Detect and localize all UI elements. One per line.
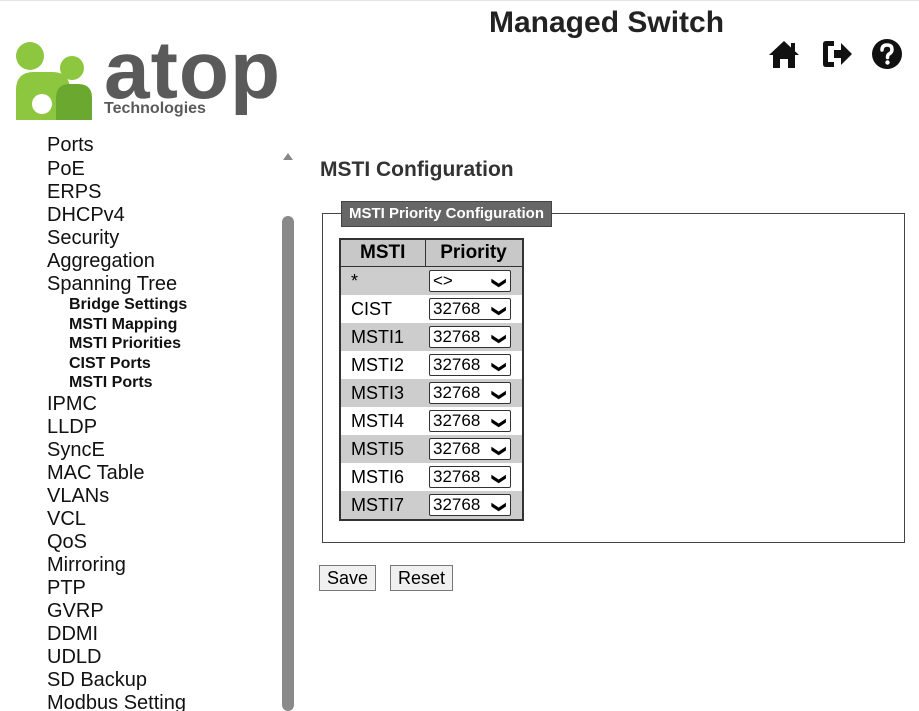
sidebar-subitem-msti-ports[interactable]: MSTI Ports <box>69 374 153 392</box>
page-title: MSTI Configuration <box>320 158 514 181</box>
priority-value: 32768 <box>433 411 481 430</box>
msti-name: MSTI1 <box>340 323 425 351</box>
msti-priority-table: MSTI Priority * <> ❯ CIST 32768 ❯ MSTI1 32… <box>339 238 524 521</box>
table-row: MSTI2 32768 ❯ <box>340 351 523 379</box>
priority-select[interactable]: 32768 ❯ <box>429 410 511 432</box>
table-row: CIST 32768 ❯ <box>340 295 523 323</box>
msti-name: MSTI6 <box>340 463 425 491</box>
chevron-down-icon: ❯ <box>492 305 509 317</box>
sidebar-item-vlans[interactable]: VLANs <box>47 485 109 507</box>
msti-name: MSTI4 <box>340 407 425 435</box>
sidebar-item-synce[interactable]: SyncE <box>47 439 105 461</box>
priority-select[interactable]: 32768 ❯ <box>429 298 511 320</box>
sidebar-item-gvrp[interactable]: GVRP <box>47 600 104 622</box>
priority-select[interactable]: 32768 ❯ <box>429 438 511 460</box>
msti-name: MSTI3 <box>340 379 425 407</box>
table-row: MSTI5 32768 ❯ <box>340 435 523 463</box>
table-row: * <> ❯ <box>340 266 523 295</box>
priority-select[interactable]: 32768 ❯ <box>429 354 511 376</box>
sidebar-item-erps[interactable]: ERPS <box>47 181 101 203</box>
home-icon[interactable] <box>767 38 801 70</box>
sidebar-item-sd-backup[interactable]: SD Backup <box>47 669 147 691</box>
app-title: Managed Switch <box>489 6 725 39</box>
sidebar-item-modbus-setting[interactable]: Modbus Setting <box>47 692 186 711</box>
scroll-up-arrow-icon[interactable] <box>281 150 295 162</box>
sidebar-item-spanning-tree[interactable]: Spanning Tree <box>47 273 177 295</box>
priority-value: <> <box>433 271 453 290</box>
priority-value: 32768 <box>433 383 481 402</box>
priority-value: 32768 <box>433 299 481 318</box>
sidebar-item-poe[interactable]: PoE <box>47 158 85 180</box>
chevron-down-icon: ❯ <box>492 445 509 457</box>
help-icon[interactable] <box>870 38 904 70</box>
table-row: MSTI6 32768 ❯ <box>340 463 523 491</box>
msti-name: * <box>340 266 425 295</box>
sidebar-item-dhcpv4[interactable]: DHCPv4 <box>47 204 125 226</box>
priority-value: 32768 <box>433 439 481 458</box>
priority-select[interactable]: 32768 ❯ <box>429 326 511 348</box>
priority-select[interactable]: <> ❯ <box>429 270 511 292</box>
chevron-down-icon: ❯ <box>492 333 509 345</box>
chevron-down-icon: ❯ <box>492 501 509 513</box>
sidebar-item-qos[interactable]: QoS <box>47 531 87 553</box>
sidebar-scrollbar-thumb[interactable] <box>282 216 294 711</box>
chevron-down-icon: ❯ <box>492 277 509 289</box>
sidebar-item-mirroring[interactable]: Mirroring <box>47 554 126 576</box>
sidebar-item-ipmc[interactable]: IPMC <box>47 393 97 415</box>
atop-logo: atop Technologies <box>12 26 282 124</box>
sidebar-item-ptp[interactable]: PTP <box>47 577 86 599</box>
sidebar-item-aggregation[interactable]: Aggregation <box>47 250 155 272</box>
sidebar-item-ports[interactable]: Ports <box>47 134 94 156</box>
priority-select[interactable]: 32768 ❯ <box>429 382 511 404</box>
msti-name: CIST <box>340 295 425 323</box>
sidebar-item-mac-table[interactable]: MAC Table <box>47 462 144 484</box>
sidebar-subitem-msti-priorities[interactable]: MSTI Priorities <box>69 335 181 353</box>
priority-select[interactable]: 32768 ❯ <box>429 494 511 516</box>
fieldset-legend: MSTI Priority Configuration <box>341 201 552 227</box>
column-header-priority: Priority <box>424 238 523 267</box>
logo-subtitle: Technologies <box>104 100 206 117</box>
sidebar-subitem-msti-mapping[interactable]: MSTI Mapping <box>69 316 177 334</box>
chevron-down-icon: ❯ <box>492 473 509 485</box>
logout-icon[interactable] <box>820 38 854 70</box>
chevron-down-icon: ❯ <box>492 417 509 429</box>
top-border <box>0 0 919 9</box>
table-row: MSTI7 32768 ❯ <box>340 491 523 520</box>
priority-value: 32768 <box>433 327 481 346</box>
chevron-down-icon: ❯ <box>492 389 509 401</box>
msti-name: MSTI2 <box>340 351 425 379</box>
reset-button[interactable]: Reset <box>390 565 454 591</box>
sidebar-item-security[interactable]: Security <box>47 227 119 249</box>
column-header-msti: MSTI <box>339 238 426 267</box>
priority-value: 32768 <box>433 467 481 486</box>
sidebar-item-ddmi[interactable]: DDMI <box>47 623 98 645</box>
priority-value: 32768 <box>433 495 481 514</box>
sidebar-item-lldp[interactable]: LLDP <box>47 416 97 438</box>
priority-select[interactable]: 32768 ❯ <box>429 466 511 488</box>
sidebar-subitem-bridge-settings[interactable]: Bridge Settings <box>69 296 187 314</box>
save-button[interactable]: Save <box>319 565 377 591</box>
sidebar-subitem-cist-ports[interactable]: CIST Ports <box>69 355 151 373</box>
table-row: MSTI3 32768 ❯ <box>340 379 523 407</box>
logo-mark-icon <box>16 42 92 120</box>
msti-name: MSTI5 <box>340 435 425 463</box>
table-row: MSTI4 32768 ❯ <box>340 407 523 435</box>
msti-name: MSTI7 <box>340 491 425 520</box>
chevron-down-icon: ❯ <box>492 361 509 373</box>
sidebar-nav: Ports PoE ERPS DHCPv4 Security Aggregati… <box>0 131 280 711</box>
sidebar-item-udld[interactable]: UDLD <box>47 646 101 668</box>
sidebar-item-vcl[interactable]: VCL <box>47 508 86 530</box>
table-row: MSTI1 32768 ❯ <box>340 323 523 351</box>
priority-value: 32768 <box>433 355 481 374</box>
